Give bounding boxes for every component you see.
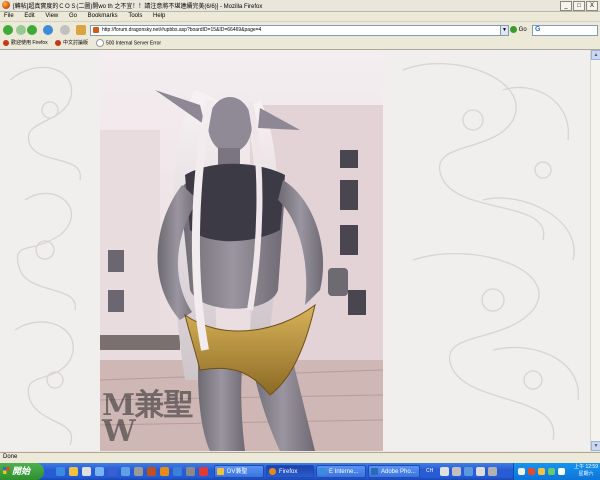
bookmark-icon [3, 39, 9, 46]
bookmark-chinese-forum[interactable]: 中文討論版 [55, 39, 88, 48]
firefox-icon [269, 468, 276, 475]
navigation-toolbar: http://forum.dragonsky.net/#upbbs.asp?bo… [0, 21, 600, 39]
quicklaunch-app6-icon[interactable] [173, 467, 182, 476]
taskbar-photoshop-window[interactable]: Adobe Pho... [368, 465, 420, 478]
reload-icon[interactable] [43, 25, 53, 35]
minimize-button[interactable]: _ [560, 1, 572, 11]
go-button[interactable]: Go [510, 25, 527, 35]
tray-speaker-icon[interactable] [538, 468, 545, 475]
go-label: Go [518, 27, 527, 33]
scroll-up-icon[interactable]: ▲ [591, 50, 600, 60]
go-icon [510, 25, 517, 33]
start-button[interactable]: 開始 [0, 463, 44, 480]
quicklaunch-app7-icon[interactable] [186, 467, 195, 476]
status-text: Done [3, 454, 18, 460]
quicklaunch-app2-icon[interactable] [108, 467, 117, 476]
ime-settings-icon[interactable] [464, 467, 473, 476]
quicklaunch-app3-icon[interactable] [121, 467, 130, 476]
taskbar-firefox-window[interactable]: Firefox [266, 465, 314, 478]
taskbar-button-label: E Interne... [329, 469, 359, 475]
back-dropdown-icon[interactable] [16, 25, 26, 35]
photoshop-icon [371, 468, 378, 475]
menu-go[interactable]: Go [69, 12, 77, 21]
status-bar: Done [0, 452, 600, 463]
taskbar-button-label: Adobe Pho... [381, 469, 416, 475]
photo-watermark: M兼聖 W [102, 391, 193, 447]
ime-help-icon[interactable] [476, 467, 485, 476]
bookmark-label: 500 Internal Server Error [106, 40, 162, 47]
address-dropdown-icon[interactable]: ▼ [500, 25, 509, 36]
clock-time: 上午 12:59 [574, 464, 598, 470]
tray-app-icon[interactable] [558, 468, 565, 475]
menu-view[interactable]: View [45, 12, 58, 21]
menu-help[interactable]: Help [153, 12, 165, 21]
stop-icon[interactable] [60, 25, 70, 35]
taskbar-ie-window[interactable]: E Interne... [316, 465, 366, 478]
scroll-down-icon[interactable]: ▼ [591, 441, 600, 451]
tray-messenger-icon[interactable] [548, 468, 555, 475]
page-content: M兼聖 W [0, 50, 590, 451]
taskbar-button-label: DV兼聖 [227, 469, 248, 475]
quicklaunch-app8-icon[interactable] [199, 467, 208, 476]
home-icon[interactable] [76, 25, 86, 35]
page-favicon-icon [93, 27, 99, 33]
taskbar-folder-window[interactable]: DV兼聖 [214, 465, 264, 478]
ime-icon[interactable] [440, 467, 449, 476]
firefox-icon [2, 1, 10, 9]
menu-bookmarks[interactable]: Bookmarks [88, 12, 118, 21]
language-indicator[interactable]: CH [426, 468, 433, 477]
system-clock[interactable]: 上午 12:59 星期六 [574, 464, 598, 478]
vertical-scrollbar[interactable]: ▲ ▼ [590, 50, 600, 451]
forward-icon[interactable] [27, 25, 37, 35]
tray-antivirus-icon[interactable] [528, 468, 535, 475]
ime-keyboard-icon[interactable] [452, 467, 461, 476]
search-input[interactable]: G [532, 25, 598, 36]
bookmark-label: 歡迎使用 Firefox [11, 40, 48, 46]
dragon-pattern-left [9, 66, 81, 446]
bookmark-icon [55, 39, 61, 46]
google-search-icon: G [535, 26, 541, 33]
windows-taskbar: 開始 DV兼聖 Firefox E Interne... Adobe Pho..… [0, 463, 600, 480]
bookmarks-toolbar: 歡迎使用 Firefox 中文討論版 500 Internal Server E… [0, 38, 600, 50]
folder-icon [217, 468, 224, 475]
system-tray: 上午 12:59 星期六 [513, 463, 600, 480]
quicklaunch-app5-icon[interactable] [147, 467, 156, 476]
menu-edit[interactable]: Edit [24, 12, 34, 21]
dragon-pattern-right [402, 62, 579, 441]
quicklaunch-app4-icon[interactable] [134, 467, 143, 476]
cosplay-photo: M兼聖 W [100, 50, 383, 451]
address-bar[interactable]: http://forum.dragonsky.net/#upbbs.asp?bo… [90, 25, 502, 36]
close-button[interactable]: X [586, 1, 598, 11]
menu-file[interactable]: File [4, 12, 14, 21]
quicklaunch-folder-icon[interactable] [82, 467, 91, 476]
maximize-button[interactable]: □ [573, 1, 585, 11]
window-controls: _ □ X [560, 1, 598, 11]
quicklaunch-firefox-icon[interactable] [160, 467, 169, 476]
ie-icon [319, 468, 326, 475]
quicklaunch-desktop-icon[interactable] [69, 467, 78, 476]
taskbar-button-label: Firefox [279, 469, 298, 475]
ime-menu-icon[interactable] [488, 467, 497, 476]
back-icon[interactable] [3, 25, 13, 35]
quicklaunch-app-icon[interactable] [95, 467, 104, 476]
menu-bar: File Edit View Go Bookmarks Tools Help [0, 12, 600, 21]
clock-day: 星期六 [578, 471, 594, 477]
menu-tools[interactable]: Tools [128, 12, 142, 21]
start-label: 開始 [12, 466, 31, 476]
tray-network-icon[interactable] [518, 468, 525, 475]
windows-logo-icon [3, 467, 10, 474]
bookmark-server-error[interactable]: 500 Internal Server Error [96, 39, 161, 48]
window-title-bar: [轉帖]超真實度的ＣＯＳ(二圖)開wo th 之不宜！！請注意將不堪連續完美(6… [0, 0, 600, 12]
quicklaunch-ie-icon[interactable] [56, 467, 65, 476]
address-url[interactable]: http://forum.dragonsky.net/#upbbs.asp?bo… [102, 27, 261, 33]
page-icon [96, 39, 104, 47]
bookmark-label: 中文討論版 [63, 40, 89, 46]
window-title: [轉帖]超真實度的ＣＯＳ(二圖)開wo th 之不宜！！請注意將不堪連續完美(6… [13, 4, 263, 10]
bookmark-welcome[interactable]: 歡迎使用 Firefox [3, 39, 48, 48]
